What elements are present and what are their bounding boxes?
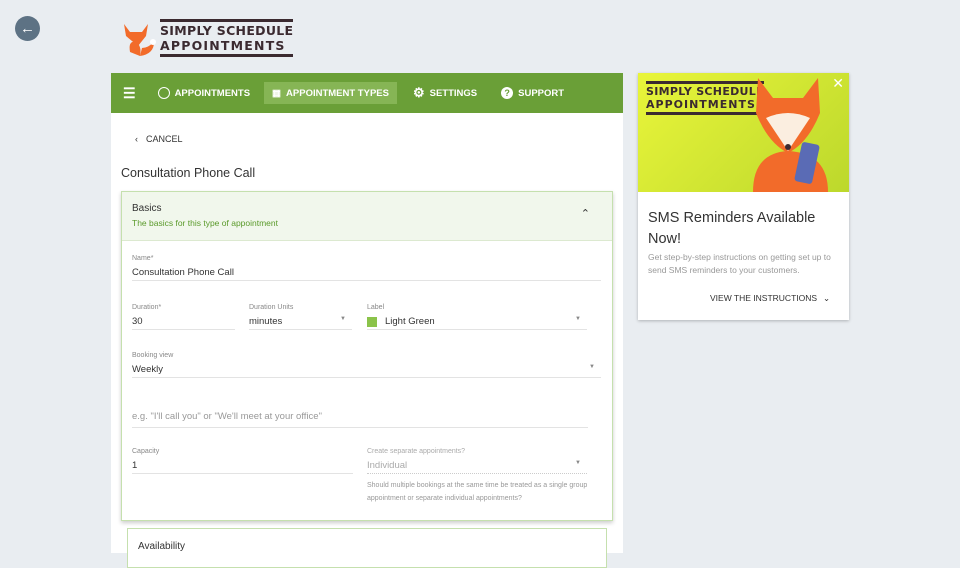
nav-appointment-types[interactable]: ▦ APPOINTMENT TYPES [264, 82, 397, 104]
back-button[interactable]: ← [15, 16, 40, 41]
logo: SIMPLY SCHEDULE APPOINTMENTS [120, 18, 294, 58]
close-icon[interactable]: ✕ [832, 75, 844, 92]
caret-down-icon: ▼ [340, 316, 346, 322]
clock-icon [157, 87, 170, 99]
basics-title: Basics [132, 203, 162, 214]
promo-image: SIMPLY SCHEDULE APPOINTMENTS ✕ [638, 73, 849, 192]
capacity-label: Capacity [132, 448, 160, 455]
main-panel: ☰ APPOINTMENTS ▦ APPOINTMENT TYPES ⚙ SETTI… [111, 73, 623, 568]
arrow-left-icon: ← [20, 20, 35, 37]
help-icon: ? [501, 87, 514, 99]
chevron-up-icon[interactable]: ⌃ [581, 207, 590, 220]
name-value: Consultation Phone Call [132, 267, 234, 278]
page-title: Consultation Phone Call [121, 166, 256, 180]
nav-label: APPOINTMENT TYPES [286, 87, 389, 99]
fox-logo-icon [124, 24, 156, 56]
name-label: Name [132, 255, 151, 262]
label-label: Label [367, 304, 385, 311]
duration-value: 30 [132, 316, 143, 327]
chevron-down-icon: ⌄ [823, 293, 831, 303]
separate-appointments-select[interactable]: Create separate appointments? Individual ▼ [367, 448, 587, 474]
location-placeholder: e.g. "I'll call you" or "We'll meet at y… [132, 411, 322, 422]
promo-title: SMS Reminders Available Now! [648, 210, 816, 247]
chevron-left-icon: ‹ [135, 134, 138, 144]
booking-view-select[interactable]: Booking view Weekly ▼ [132, 352, 601, 378]
promo-logo-line1: SIMPLY SCHEDULE [646, 85, 764, 98]
list-icon: ▦ [272, 87, 282, 99]
booking-view-label: Booking view [132, 352, 174, 359]
label-select[interactable]: Label Light Green ▼ [367, 304, 587, 330]
promo-logo-line2: APPOINTMENTS [646, 98, 756, 111]
availability-title: Availability [138, 541, 186, 552]
duration-label: Duration [132, 304, 159, 311]
booking-view-value: Weekly [132, 364, 163, 375]
nav-appointments[interactable]: APPOINTMENTS [150, 82, 258, 104]
capacity-field[interactable]: Capacity 1 [132, 448, 353, 474]
nav-label: SETTINGS [429, 87, 478, 99]
basics-subtitle: The basics for this type of appointment [132, 218, 278, 228]
menu-button[interactable]: ☰ [115, 82, 144, 104]
gear-icon: ⚙ [412, 85, 425, 100]
caret-down-icon: ▼ [589, 364, 595, 370]
promo-card: SIMPLY SCHEDULE APPOINTMENTS ✕ SMS Remind… [638, 73, 849, 320]
nav-settings[interactable]: ⚙ SETTINGS [405, 82, 485, 104]
color-swatch [367, 316, 377, 327]
cancel-button[interactable]: ‹ CANCEL [135, 134, 183, 144]
location-input[interactable]: e.g. "I'll call you" or "We'll meet at y… [132, 406, 588, 428]
availability-card[interactable]: Availability [127, 528, 607, 568]
nav-label: APPOINTMENTS [174, 87, 251, 99]
name-field[interactable]: Name* Consultation Phone Call [132, 255, 601, 281]
view-instructions-button[interactable]: VIEW THE INSTRUCTIONS ⌄ [710, 293, 839, 304]
capacity-value: 1 [132, 460, 138, 471]
cancel-label: CANCEL [146, 134, 183, 144]
promo-description: Get step-by-step instructions on getting… [648, 252, 831, 275]
nav-label: SUPPORT [518, 87, 565, 99]
duration-field[interactable]: Duration* 30 [132, 304, 235, 330]
nav-bar: ☰ APPOINTMENTS ▦ APPOINTMENT TYPES ⚙ SETTI… [111, 73, 623, 113]
separate-value: Individual [367, 460, 408, 471]
separate-help: Should multiple bookings at the same tim… [367, 482, 588, 502]
logo-line2: APPOINTMENTS [160, 38, 286, 53]
caret-down-icon: ▼ [575, 460, 581, 466]
basics-header[interactable]: Basics The basics for this type of appoi… [122, 192, 612, 241]
nav-support[interactable]: ? SUPPORT [493, 82, 572, 104]
duration-units-label: Duration Units [249, 304, 294, 311]
logo-line1: SIMPLY SCHEDULE [160, 23, 294, 38]
duration-units-value: minutes [249, 316, 283, 327]
view-instructions-label: VIEW THE INSTRUCTIONS [710, 293, 818, 303]
caret-down-icon: ▼ [575, 316, 581, 322]
label-value: Light Green [385, 316, 435, 327]
duration-units-select[interactable]: Duration Units minutes ▼ [249, 304, 352, 330]
basics-card: Basics The basics for this type of appoi… [121, 191, 613, 521]
separate-label: Create separate appointments? [367, 448, 466, 455]
